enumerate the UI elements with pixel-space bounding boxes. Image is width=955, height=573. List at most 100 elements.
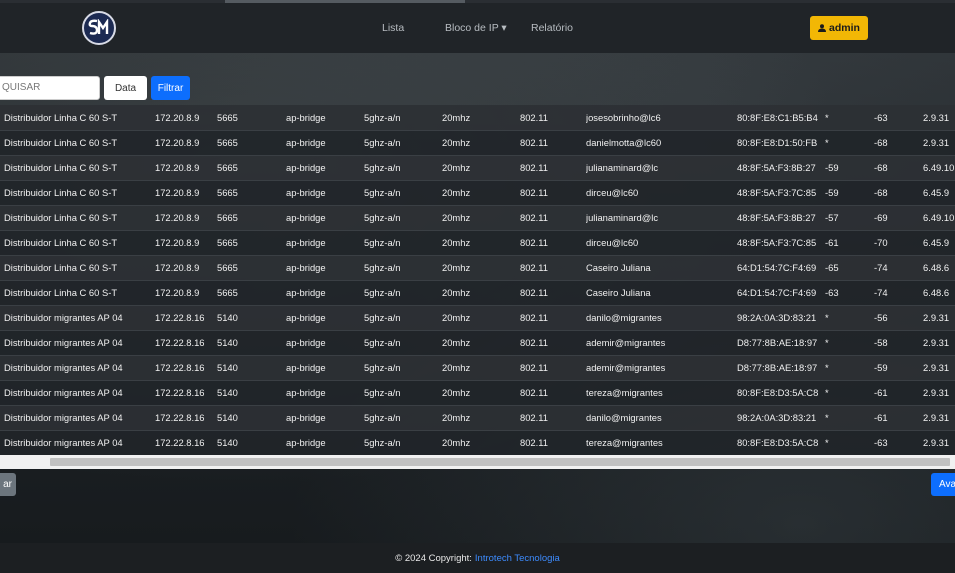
cell-port: 5665 [217, 105, 286, 131]
cell-signal-tx: * [825, 430, 874, 456]
nav-bloco-ip-dropdown[interactable]: Bloco de IP ▾ [445, 22, 507, 34]
cell-band: 5ghz-a/n [364, 280, 442, 306]
cell-signal-tx: * [825, 355, 874, 381]
cell-mac-address: 80:8F:E8:D3:5A:C8 [737, 380, 825, 406]
devices-table: Distribuidor Linha C 60 S-T 172.20.8.9 566… [0, 105, 955, 456]
cell-ip-address: 172.20.8.9 [155, 130, 217, 156]
cell-protocol: 802.11 [520, 255, 586, 281]
cell-ip-address: 172.20.8.9 [155, 255, 217, 281]
cell-mac-address: 64:D1:54:7C:F4:69 [737, 280, 825, 306]
search-placeholder: QUISAR [2, 82, 41, 93]
cell-signal-rx: -63 [874, 430, 923, 456]
table-row: Distribuidor migrantes AP 04 172.22.8.16 5… [0, 305, 955, 331]
cell-band: 5ghz-a/n [364, 380, 442, 406]
cell-signal-tx: * [825, 130, 874, 156]
admin-button[interactable]: admin [810, 16, 868, 40]
cell-mode: ap-bridge [286, 105, 364, 131]
cell-signal-rx: -58 [874, 330, 923, 356]
cell-band: 5ghz-a/n [364, 355, 442, 381]
cell-signal-rx: -61 [874, 380, 923, 406]
cell-protocol: 802.11 [520, 405, 586, 431]
cell-port: 5140 [217, 305, 286, 331]
cell-band: 5ghz-a/n [364, 180, 442, 206]
cell-signal-tx: -59 [825, 180, 874, 206]
cell-protocol: 802.11 [520, 280, 586, 306]
horizontal-scrollbar[interactable] [0, 455, 955, 469]
cell-ip-address: 172.22.8.16 [155, 330, 217, 356]
cell-channel-width: 20mhz [442, 105, 520, 131]
cell-signal-tx: * [825, 105, 874, 131]
cell-protocol: 802.11 [520, 205, 586, 231]
cell-signal-tx: -59 [825, 155, 874, 181]
cell-port: 5665 [217, 130, 286, 156]
cell-device-name: Distribuidor migrantes AP 04 [0, 330, 155, 356]
cell-signal-rx: -68 [874, 180, 923, 206]
next-button[interactable]: Ava [931, 473, 955, 496]
cell-band: 5ghz-a/n [364, 155, 442, 181]
cell-port: 5140 [217, 380, 286, 406]
brand-logo[interactable] [82, 11, 116, 45]
cell-client-name: Caseiro Juliana [586, 255, 737, 281]
date-label: Data [114, 82, 137, 94]
table-row: Distribuidor migrantes AP 04 172.22.8.16 5… [0, 330, 955, 356]
previous-button[interactable]: ar [0, 473, 16, 496]
cell-port: 5665 [217, 230, 286, 256]
cell-signal-rx: -59 [874, 355, 923, 381]
cell-ip-address: 172.22.8.16 [155, 355, 217, 381]
cell-mode: ap-bridge [286, 230, 364, 256]
cell-client-name: danilo@migrantes [586, 405, 737, 431]
cell-protocol: 802.11 [520, 355, 586, 381]
cell-protocol: 802.11 [520, 155, 586, 181]
table-row: Distribuidor Linha C 60 S-T 172.20.8.9 566… [0, 230, 955, 256]
table-row: Distribuidor migrantes AP 04 172.22.8.16 5… [0, 380, 955, 406]
cell-ip-address: 172.20.8.9 [155, 205, 217, 231]
cell-version: 2.9.31 [923, 105, 955, 131]
cell-band: 5ghz-a/n [364, 230, 442, 256]
cell-protocol: 802.11 [520, 380, 586, 406]
cell-client-name: tereza@migrantes [586, 430, 737, 456]
cell-channel-width: 20mhz [442, 155, 520, 181]
cell-protocol: 802.11 [520, 130, 586, 156]
cell-mac-address: 80:8F:E8:D3:5A:C8 [737, 430, 825, 456]
scrollbar-thumb[interactable] [50, 458, 950, 466]
cell-signal-rx: -69 [874, 205, 923, 231]
search-input[interactable]: QUISAR [0, 76, 100, 100]
cell-protocol: 802.11 [520, 180, 586, 206]
cell-mac-address: 48:8F:5A:F3:8B:27 [737, 205, 825, 231]
cell-ip-address: 172.20.8.9 [155, 230, 217, 256]
cell-signal-tx: -61 [825, 230, 874, 256]
company-link[interactable]: Introtech Tecnologia [475, 553, 560, 564]
date-input[interactable]: Data [104, 76, 147, 100]
cell-signal-rx: -68 [874, 155, 923, 181]
cell-client-name: ademir@migrantes [586, 355, 737, 381]
navbar: Lista Bloco de IP ▾ Relatório admin [0, 3, 955, 53]
cell-signal-rx: -68 [874, 130, 923, 156]
cell-device-name: Distribuidor migrantes AP 04 [0, 405, 155, 431]
cell-protocol: 802.11 [520, 230, 586, 256]
cell-signal-tx: -63 [825, 280, 874, 306]
cell-version: 6.49.10 [923, 155, 955, 181]
cell-device-name: Distribuidor Linha C 60 S-T [0, 205, 155, 231]
user-icon [818, 24, 827, 32]
filter-button[interactable]: Filtrar [151, 76, 190, 100]
cell-device-name: Distribuidor Linha C 60 S-T [0, 255, 155, 281]
nav-lista[interactable]: Lista [382, 22, 404, 34]
cell-channel-width: 20mhz [442, 230, 520, 256]
table-row: Distribuidor Linha C 60 S-T 172.20.8.9 566… [0, 130, 955, 156]
cell-version: 6.49.10 [923, 205, 955, 231]
cell-band: 5ghz-a/n [364, 255, 442, 281]
cell-mac-address: 48:8F:5A:F3:7C:85 [737, 180, 825, 206]
cell-band: 5ghz-a/n [364, 330, 442, 356]
cell-channel-width: 20mhz [442, 380, 520, 406]
nav-relatorio[interactable]: Relatório [531, 22, 573, 34]
cell-ip-address: 172.22.8.16 [155, 380, 217, 406]
table-row: Distribuidor Linha C 60 S-T 172.20.8.9 566… [0, 255, 955, 281]
cell-signal-tx: -57 [825, 205, 874, 231]
cell-protocol: 802.11 [520, 305, 586, 331]
cell-client-name: ademir@migrantes [586, 330, 737, 356]
cell-channel-width: 20mhz [442, 355, 520, 381]
cell-client-name: danilo@migrantes [586, 305, 737, 331]
footer: © 2024 Copyright: Introtech Tecnologia [0, 543, 955, 573]
cell-channel-width: 20mhz [442, 305, 520, 331]
table-row: Distribuidor migrantes AP 04 172.22.8.16 5… [0, 405, 955, 431]
